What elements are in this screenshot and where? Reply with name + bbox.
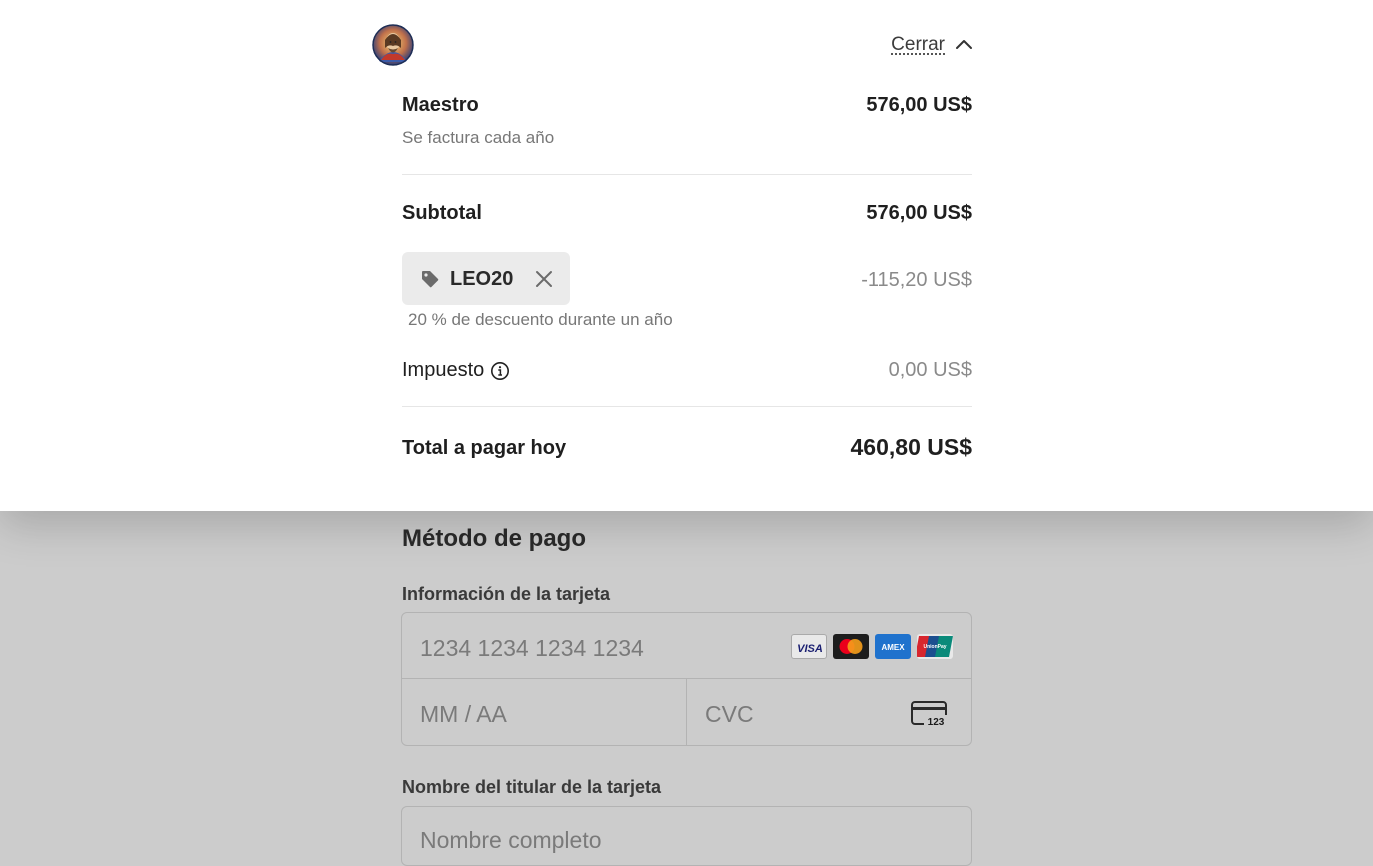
tag-icon xyxy=(422,271,439,288)
expiry-field[interactable]: MM / AA xyxy=(402,679,687,746)
close-summary-toggle[interactable]: Cerrar xyxy=(891,34,973,56)
close-label[interactable]: Cerrar xyxy=(891,34,945,56)
info-icon[interactable] xyxy=(490,361,510,381)
mastercard-icon xyxy=(833,634,869,659)
cardholder-name-label: Nombre del titular de la tarjeta xyxy=(402,777,662,797)
billing-frequency: Se factura cada año xyxy=(402,128,555,147)
product-name: Maestro xyxy=(402,94,479,116)
cvc-card-icon: 123 xyxy=(911,701,949,728)
product-price: 576,00 US$ xyxy=(866,94,972,116)
chevron-up-icon xyxy=(956,40,972,49)
merchant-logo xyxy=(372,24,414,66)
card-input-group: 1234 1234 1234 1234 VISA AMEX UnionPay M… xyxy=(401,612,972,746)
card-brands: VISA AMEX UnionPay xyxy=(791,634,953,659)
payment-method-title: Método de pago xyxy=(402,525,586,552)
divider xyxy=(402,174,972,175)
cvc-icon-text: 123 xyxy=(928,717,945,728)
remove-promo-icon[interactable] xyxy=(534,269,554,289)
unionpay-icon: UnionPay xyxy=(917,634,953,659)
tax-label: Impuesto xyxy=(402,359,485,381)
subtotal-row: Subtotal 576,00 US$ xyxy=(402,202,972,225)
card-info-label: Información de la tarjeta xyxy=(402,584,611,604)
promo-code-chip: LEO20 xyxy=(402,252,570,305)
tax-amount: 0,00 US$ xyxy=(888,359,972,381)
expiry-placeholder: MM / AA xyxy=(420,701,507,727)
card-number-field[interactable]: 1234 1234 1234 1234 VISA AMEX UnionPay xyxy=(402,613,971,679)
divider xyxy=(402,406,972,407)
cvc-placeholder: CVC xyxy=(705,701,754,727)
cardholder-name-placeholder: Nombre completo xyxy=(420,827,602,853)
total-label: Total a pagar hoy xyxy=(402,437,567,459)
line-item: Maestro 576,00 US$ xyxy=(402,94,972,117)
card-number-placeholder: 1234 1234 1234 1234 xyxy=(420,635,644,661)
order-summary-panel: Cerrar Maestro 576,00 US$ Se factura cad… xyxy=(0,0,1373,511)
discount-description: 20 % de descuento durante un año xyxy=(408,310,673,329)
unionpay-text: UnionPay xyxy=(923,644,946,650)
amex-text: AMEX xyxy=(881,643,905,652)
visa-icon: VISA xyxy=(791,634,827,659)
subtotal-amount: 576,00 US$ xyxy=(866,202,972,224)
visa-text: VISA xyxy=(797,643,823,655)
payment-method-section: Método de pago Información de la tarjeta… xyxy=(0,511,1373,866)
discount-amount: -115,20 US$ xyxy=(861,269,972,291)
total-amount: 460,80 US$ xyxy=(850,434,972,460)
tax-label-row: Impuesto xyxy=(402,359,510,382)
subtotal-label: Subtotal xyxy=(402,202,482,224)
promo-code: LEO20 xyxy=(450,268,514,290)
cardholder-name-input[interactable]: Nombre completo xyxy=(401,806,972,866)
amex-icon: AMEX xyxy=(875,634,911,659)
cvc-field[interactable]: CVC 123 xyxy=(687,679,971,746)
